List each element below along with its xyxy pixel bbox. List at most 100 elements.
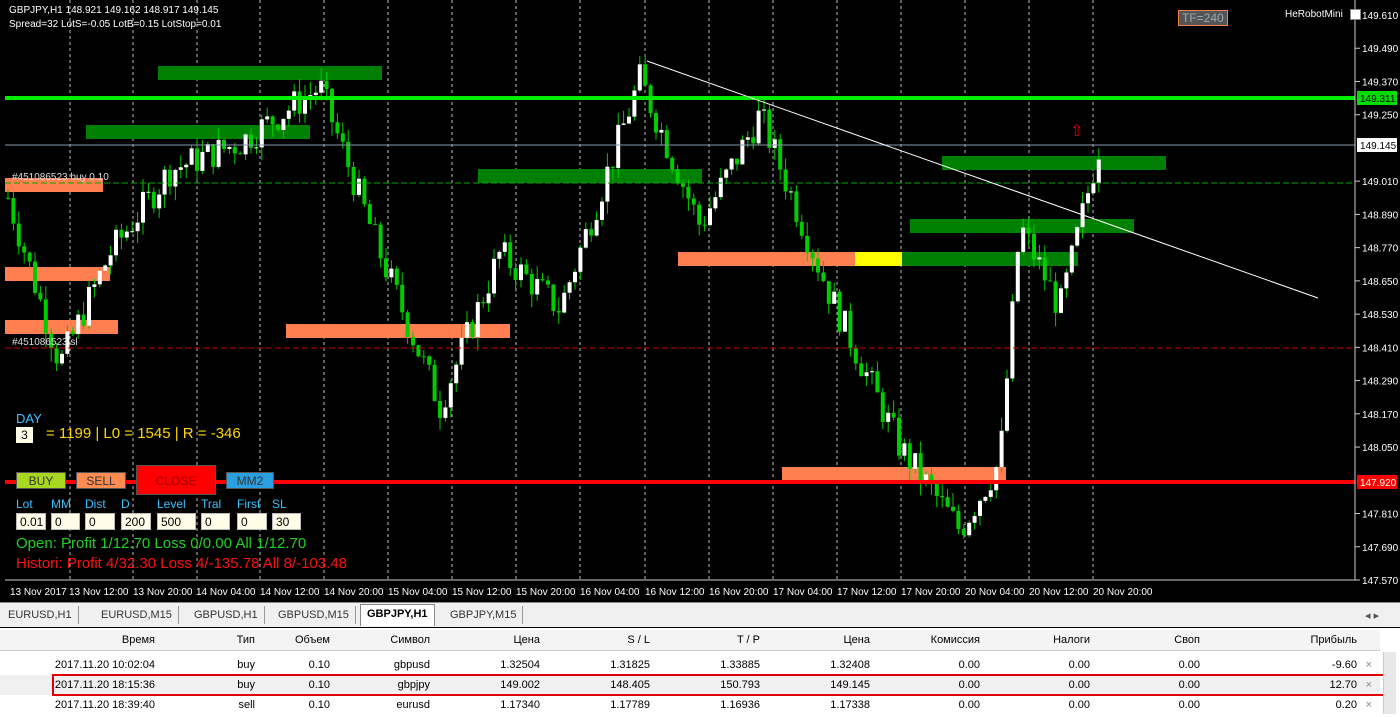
candle-body bbox=[583, 229, 588, 248]
candle-body bbox=[114, 229, 118, 256]
field-input-dist[interactable]: 0 bbox=[85, 513, 115, 530]
table-scrollbar[interactable] bbox=[1383, 652, 1396, 714]
day-input[interactable]: 3 bbox=[16, 427, 33, 443]
candle-body bbox=[735, 158, 739, 165]
table-cell: 0.00 bbox=[1178, 659, 1200, 671]
candle-body bbox=[97, 270, 102, 285]
level-zone bbox=[942, 156, 1166, 170]
field-input-d[interactable]: 200 bbox=[121, 513, 151, 530]
candle-body bbox=[988, 490, 993, 497]
column-header[interactable]: Время bbox=[122, 630, 155, 650]
candle-body bbox=[146, 191, 151, 193]
column-header[interactable]: Своп bbox=[1174, 630, 1200, 650]
tab-gbpusd-m15[interactable]: GBPUSD,M15 bbox=[272, 606, 356, 624]
table-cell: sell bbox=[238, 699, 255, 711]
candle-body bbox=[826, 281, 831, 304]
candle-body bbox=[729, 158, 734, 170]
level-zone-highlight bbox=[855, 252, 902, 266]
tab-gbpusd-h1[interactable]: GBPUSD,H1 bbox=[188, 606, 265, 624]
column-header[interactable]: Цена bbox=[844, 630, 870, 650]
table-row[interactable]: 2017.11.20 18:39:40 sell 0.10 eurusd 1.17340… bbox=[0, 695, 1380, 715]
field-input-sl[interactable]: 30 bbox=[272, 513, 301, 530]
field-input-mm[interactable]: 0 bbox=[51, 513, 80, 530]
candle-body bbox=[130, 231, 135, 233]
mm-button[interactable]: MM2 bbox=[226, 472, 274, 489]
price-tag-label: 149.145 bbox=[1360, 141, 1397, 152]
candle-body bbox=[346, 141, 351, 167]
price-tick-label: 148.410 bbox=[1362, 343, 1399, 354]
candle-body bbox=[319, 80, 324, 93]
candle-body bbox=[124, 231, 129, 238]
field-input-level[interactable]: 500 bbox=[157, 513, 196, 530]
candle-body bbox=[151, 191, 156, 209]
candle-body bbox=[934, 483, 939, 496]
time-tick-label: 16 Nov 04:00 bbox=[580, 587, 640, 598]
tab-gbpjpy-m15[interactable]: GBPJPY,M15 bbox=[444, 606, 524, 624]
candle-body bbox=[513, 268, 518, 281]
tab-eurusd-m15[interactable]: EURUSD,M15 bbox=[95, 606, 179, 624]
candle-body bbox=[76, 314, 81, 335]
field-input-lot[interactable]: 0.01 bbox=[16, 513, 46, 530]
field-input-tral[interactable]: 0 bbox=[201, 513, 230, 530]
field-label-level: Level bbox=[157, 497, 186, 511]
table-cell: 1.32504 bbox=[500, 659, 540, 671]
field-input-first[interactable]: 0 bbox=[237, 513, 267, 530]
candle-body bbox=[610, 166, 615, 168]
close-position-icon[interactable]: × bbox=[1366, 695, 1372, 715]
candle-body bbox=[103, 265, 108, 271]
column-header[interactable]: Комиссия bbox=[931, 630, 980, 650]
sell-button[interactable]: SELL bbox=[76, 472, 126, 489]
candle-body bbox=[178, 167, 183, 170]
table-row[interactable]: 2017.11.20 10:02:04 buy 0.10 gbpusd 1.32504 1… bbox=[0, 655, 1380, 675]
tab-eurusd-h1[interactable]: EURUSD,H1 bbox=[2, 606, 79, 624]
candle-body bbox=[799, 221, 804, 236]
candle-body bbox=[135, 222, 140, 232]
column-header[interactable]: T / P bbox=[737, 630, 760, 650]
time-tick-label: 13 Nov 20:00 bbox=[133, 587, 193, 598]
buy-button[interactable]: BUY bbox=[16, 472, 66, 489]
column-header[interactable]: Тип bbox=[237, 630, 255, 650]
candle-body bbox=[313, 92, 318, 96]
candle-body bbox=[535, 279, 540, 295]
candle-body bbox=[54, 348, 59, 364]
candle-body bbox=[853, 348, 858, 364]
candle-body bbox=[297, 91, 302, 114]
column-header[interactable]: S / L bbox=[627, 630, 650, 650]
price-tick-label: 149.370 bbox=[1362, 77, 1399, 88]
candle-body bbox=[551, 284, 556, 312]
close-position-icon[interactable]: × bbox=[1366, 655, 1372, 675]
candle-body bbox=[33, 261, 37, 293]
column-header[interactable]: Налоги bbox=[1053, 630, 1090, 650]
tab-scroll-arrows-icon[interactable]: ◂ ▸ bbox=[1365, 609, 1379, 622]
price-chart[interactable]: 149.311 149.145 147.920 149.610 149.490 149.… bbox=[0, 0, 1400, 602]
robot-name: HeRobotMini bbox=[1285, 9, 1343, 20]
candle-body bbox=[913, 453, 918, 469]
candle-body bbox=[389, 268, 394, 278]
column-header[interactable]: Цена bbox=[514, 630, 540, 650]
column-header[interactable]: Символ bbox=[390, 630, 430, 650]
table-cell: 0.00 bbox=[958, 699, 980, 711]
chart-close-icon[interactable] bbox=[1350, 9, 1361, 20]
price-tag-label: 147.920 bbox=[1360, 478, 1397, 489]
column-header[interactable]: Объем bbox=[295, 630, 330, 650]
table-cell: 0.00 bbox=[958, 659, 980, 671]
candle-body bbox=[43, 299, 48, 334]
candle-body bbox=[1015, 251, 1020, 302]
candle-body bbox=[292, 91, 297, 111]
candle-body bbox=[168, 169, 172, 187]
chart-canvas[interactable]: 149.311 149.145 147.920 149.610 149.490 149.… bbox=[0, 0, 1400, 602]
chart-tabs: EURUSD,H1 EURUSD,M15 GBPUSD,H1 GBPUSD,M1… bbox=[0, 602, 1400, 627]
column-header[interactable]: Прибыль bbox=[1310, 630, 1357, 650]
candle-body bbox=[27, 252, 32, 262]
day-label: DAY bbox=[16, 411, 42, 426]
candle-body bbox=[200, 151, 205, 171]
candle-body bbox=[643, 64, 648, 86]
candle-body bbox=[940, 495, 945, 498]
candle-body bbox=[38, 292, 43, 300]
close-button[interactable]: CLOSE bbox=[136, 465, 216, 495]
candle-body bbox=[486, 293, 491, 304]
candle-body bbox=[994, 467, 999, 491]
candle-body bbox=[81, 314, 86, 326]
candle-body bbox=[1048, 280, 1053, 282]
tab-gbpjpy-h1[interactable]: GBPJPY,H1 bbox=[360, 604, 435, 626]
